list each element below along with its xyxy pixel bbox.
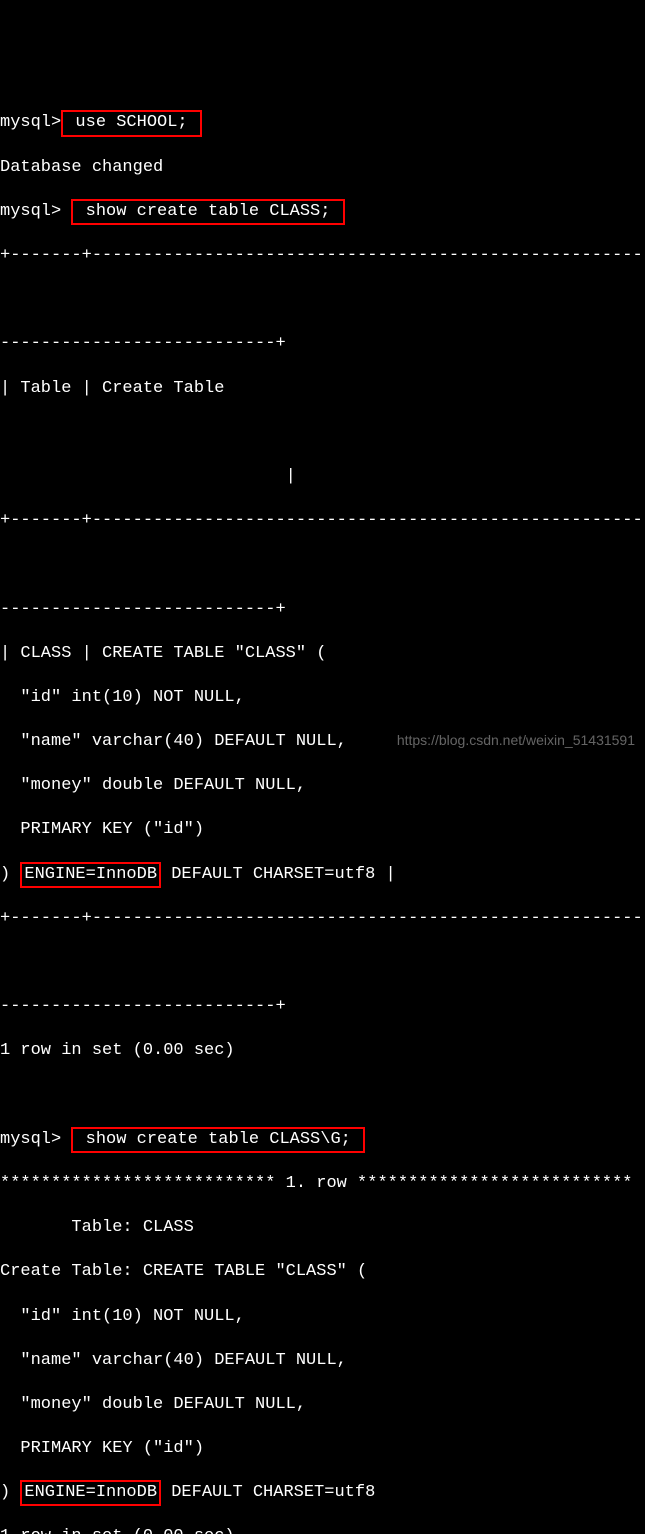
blank-line [0,952,645,974]
mysql-prompt: mysql> [0,202,61,221]
table-name-label: Table: CLASS [0,1217,645,1239]
table-pipe: | [0,466,645,488]
table-border: +-------+-------------------------------… [0,908,645,930]
terminal-output: mysql> use SCHOOL; Database changed mysq… [0,88,645,1534]
create-table-row: | CLASS | CREATE TABLE "CLASS" ( [0,643,645,665]
row-count: 1 row in set (0.00 sec) [0,1526,645,1534]
column-money: "money" double DEFAULT NULL, [0,775,645,797]
result-database-changed: Database changed [0,157,645,179]
engine-line-2: ) ENGINE=InnoDB DEFAULT CHARSET=utf8 [0,1482,645,1504]
column-money: "money" double DEFAULT NULL, [0,1394,645,1416]
table-border: ---------------------------+ [0,996,645,1018]
engine-innodb-highlight: ENGINE=InnoDB [20,1480,161,1506]
command-use-school: use SCHOOL; [61,110,202,136]
prompt-line-3: mysql> show create table CLASS\G; [0,1129,645,1151]
primary-key: PRIMARY KEY ("id") [0,1438,645,1460]
row-count: 1 row in set (0.00 sec) [0,1040,645,1062]
primary-key: PRIMARY KEY ("id") [0,819,645,841]
blank-line [0,554,645,576]
blank-line [0,1085,645,1107]
row-separator: *************************** 1. row *****… [0,1173,645,1195]
mysql-prompt: mysql> [0,1130,61,1149]
column-name: "name" varchar(40) DEFAULT NULL, [0,1350,645,1372]
table-border: ---------------------------+ [0,333,645,355]
create-table-label: Create Table: CREATE TABLE "CLASS" ( [0,1261,645,1283]
command-show-create-table: show create table CLASS; [71,199,344,225]
prompt-line-1: mysql> use SCHOOL; [0,112,645,134]
table-border: +-------+-------------------------------… [0,510,645,532]
column-id: "id" int(10) NOT NULL, [0,687,645,709]
mysql-prompt: mysql> [0,113,61,132]
command-show-create-table-g: show create table CLASS\G; [71,1127,365,1153]
blank-line [0,289,645,311]
engine-innodb-highlight: ENGINE=InnoDB [20,862,161,888]
prompt-line-2: mysql> show create table CLASS; [0,201,645,223]
table-header: | Table | Create Table [0,378,645,400]
csdn-watermark: https://blog.csdn.net/weixin_51431591 [397,731,635,749]
column-id: "id" int(10) NOT NULL, [0,1306,645,1328]
table-border: +-------+-------------------------------… [0,245,645,267]
blank-line [0,422,645,444]
table-border: ---------------------------+ [0,599,645,621]
engine-line: ) ENGINE=InnoDB DEFAULT CHARSET=utf8 | [0,864,645,886]
